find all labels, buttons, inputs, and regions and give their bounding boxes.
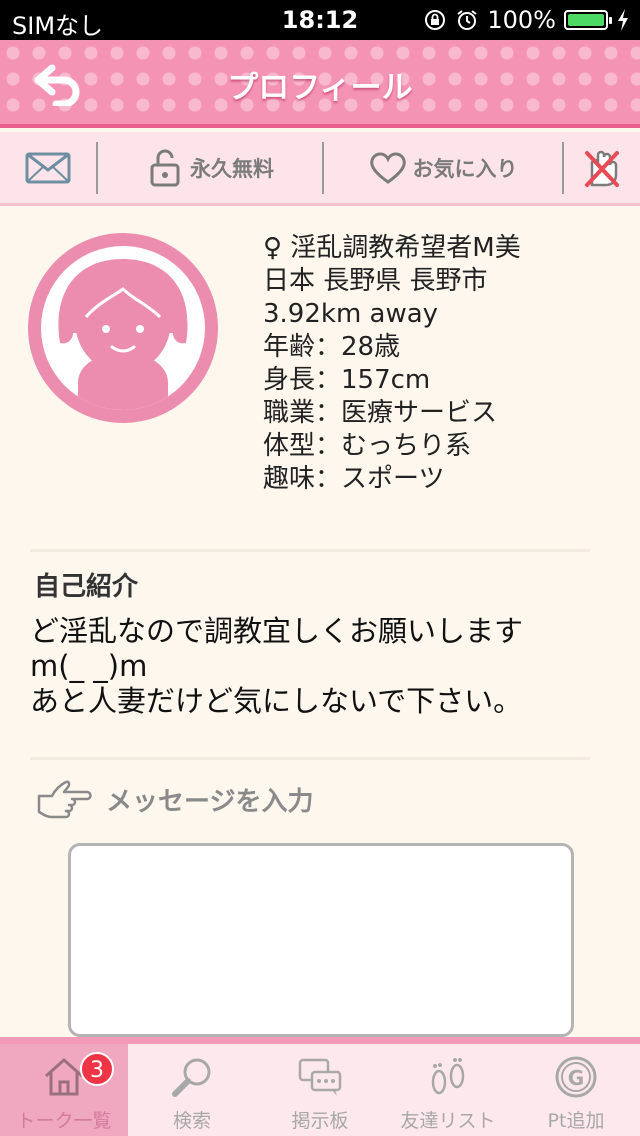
profile-info: ♀ 淫乱調教希望者M美 日本 長野県 長野市 3.92km away 年齢：28…	[263, 232, 521, 496]
intro-text: ど淫乱なので調教宜しくお願いします m(_ _)m あと人妻だけど気にしないで下…	[30, 614, 524, 718]
tab-bar: 3 トーク一覧 検索 掲示板 友達リスト G Pt追加	[0, 1037, 640, 1136]
avatar	[28, 233, 218, 423]
tab-talk-list[interactable]: 3 トーク一覧	[0, 1044, 128, 1136]
status-bar: SIMなし 18:12 100%	[0, 0, 640, 40]
charging-bolt-icon	[618, 9, 628, 31]
profile-body: 体型：むっちり系	[263, 431, 472, 461]
profile-location: 日本 長野県 長野市	[263, 266, 488, 296]
footprints-icon	[431, 1058, 465, 1095]
message-label-row: メッセージを入力	[36, 776, 313, 822]
favorite-label: お気に入り	[412, 156, 518, 181]
message-label: メッセージを入力	[106, 786, 314, 817]
tab-label: 友達リスト	[400, 1110, 496, 1132]
profile-age: 年齢：28歳	[263, 332, 401, 362]
tab-add-points[interactable]: G Pt追加	[512, 1044, 640, 1136]
pointing-hand-icon	[37, 780, 92, 819]
unread-badge: 3	[80, 1052, 114, 1086]
battery-percent: 100%	[487, 6, 556, 34]
favorite-button[interactable]: お気に入り	[324, 132, 562, 203]
tab-friends[interactable]: 友達リスト	[384, 1044, 512, 1136]
free-forever-button[interactable]: 永久無料	[98, 132, 322, 203]
profile-name: ♀ 淫乱調教希望者M美	[263, 233, 521, 263]
action-bar: 永久無料 お気に入り	[0, 132, 640, 206]
default-female-avatar-icon	[41, 246, 205, 410]
unlock-icon	[150, 149, 180, 186]
tab-label: 検索	[172, 1110, 211, 1132]
nav-header: プロフィール	[0, 40, 640, 128]
profile-distance: 3.92km away	[263, 299, 439, 329]
chat-bubbles-icon	[298, 1058, 342, 1096]
block-hand-icon	[585, 150, 619, 187]
envelope-icon	[25, 152, 71, 183]
alarm-icon	[457, 10, 477, 30]
tab-board[interactable]: 掲示板	[256, 1044, 384, 1136]
section-divider	[30, 549, 590, 552]
tab-search[interactable]: 検索	[128, 1044, 256, 1136]
block-button[interactable]	[564, 132, 640, 203]
battery-fill	[568, 14, 604, 26]
mail-button[interactable]	[0, 132, 96, 203]
search-icon	[172, 1058, 211, 1097]
profile-height: 身長：157cm	[263, 365, 431, 395]
profile-hobby: 趣味：スポーツ	[263, 464, 445, 494]
tab-label: 掲示板	[291, 1110, 349, 1132]
message-input[interactable]	[68, 843, 574, 1037]
home-icon	[45, 1058, 83, 1096]
svg-text:G: G	[568, 1066, 584, 1090]
intro-heading: 自己紹介	[34, 572, 139, 602]
points-coin-icon: G	[555, 1056, 597, 1098]
page-title: プロフィール	[227, 70, 413, 106]
tab-label: Pt追加	[547, 1110, 605, 1132]
battery-icon	[564, 10, 612, 30]
free-forever-label: 永久無料	[190, 156, 274, 181]
tab-label: トーク一覧	[16, 1110, 112, 1132]
section-divider	[30, 757, 590, 760]
heart-icon	[369, 152, 406, 184]
profile-job: 職業：医療サービス	[263, 398, 498, 428]
rotation-lock-icon	[425, 10, 446, 30]
status-indicators: 100%	[423, 6, 630, 34]
